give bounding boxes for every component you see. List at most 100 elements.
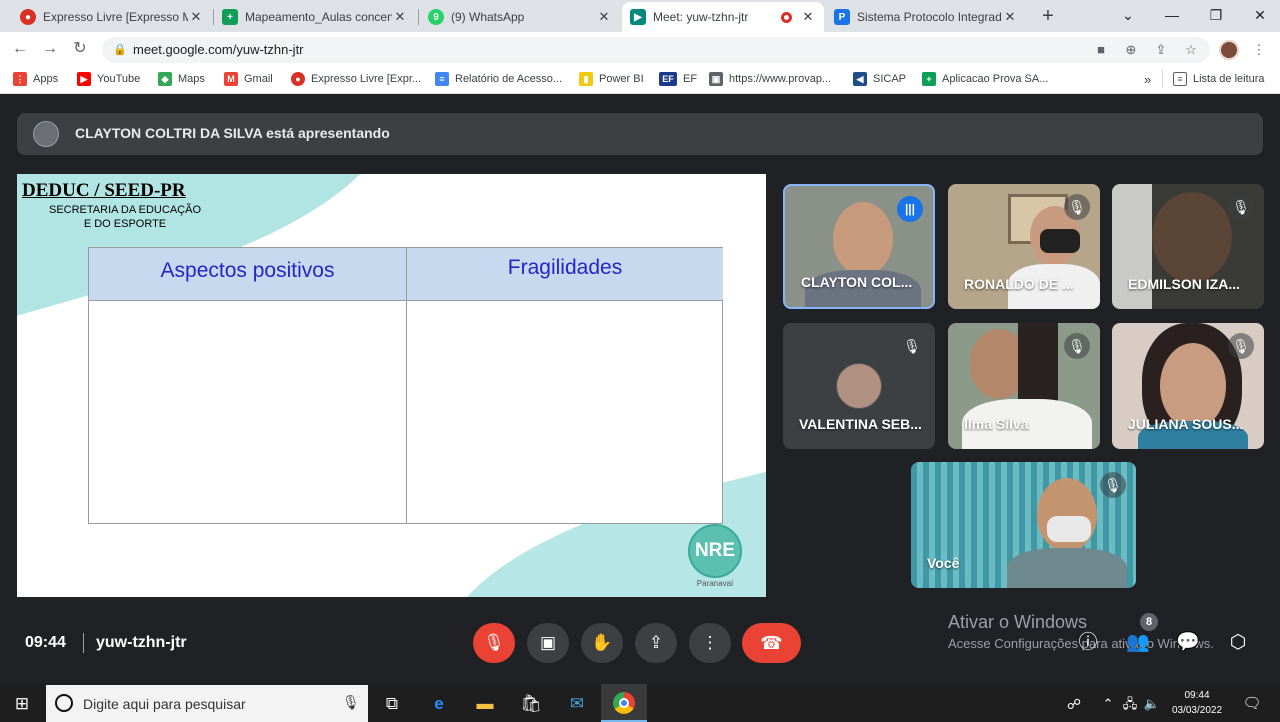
- chrome-taskbar-button[interactable]: [601, 684, 647, 722]
- bookmark-label: Power BI: [599, 73, 644, 85]
- windows-activation-title: Ativar o Windows: [948, 612, 1088, 632]
- url-text[interactable]: meet.google.com/yuw-tzhn-jtr: [133, 42, 304, 57]
- hand-icon: ✋: [591, 633, 613, 652]
- present-screen-button[interactable]: ⇪: [635, 623, 677, 663]
- close-window-button[interactable]: ✕: [1240, 0, 1280, 30]
- clock-date: 03/03/2022: [1171, 705, 1223, 716]
- slide-table: Aspectos positivos Fragilidades: [88, 247, 723, 524]
- maps-icon: ◆: [158, 72, 172, 86]
- taskbar-search-box[interactable]: Digite aqui para pesquisar 🎙: [46, 685, 368, 722]
- participant-tile-edmilson[interactable]: 🎙 EDMILSON IZA...: [1112, 184, 1264, 309]
- mic-off-icon: 🎙: [483, 633, 505, 652]
- windows-start-icon[interactable]: ⊞: [8, 690, 36, 718]
- participant-tile-ronaldo[interactable]: 🎙 RONALDO DE ...: [948, 184, 1100, 309]
- mic-off-icon: 🎙: [1228, 194, 1254, 220]
- bookmark-relatorio-acesso[interactable]: ≡ Relatório de Acesso...: [435, 70, 562, 88]
- participant-name: RONALDO DE ...: [964, 276, 1074, 292]
- participant-tile-self[interactable]: 🎙 Você: [911, 462, 1136, 588]
- chrome-menu-icon[interactable]: ⋮: [1250, 41, 1268, 59]
- recording-indicator-icon: [781, 11, 792, 23]
- microphone-icon[interactable]: 🎙: [342, 694, 360, 711]
- sheets-icon: +: [222, 9, 238, 25]
- camera-toggle-button[interactable]: ▣: [527, 623, 569, 663]
- tab-search-icon[interactable]: ⌄: [1108, 0, 1148, 30]
- bookmark-gmail[interactable]: M Gmail: [224, 70, 273, 88]
- participant-tile-juliana[interactable]: 🎙 JULIANA SOUS...: [1112, 323, 1264, 449]
- bookmark-youtube[interactable]: ▶ YouTube: [77, 70, 140, 88]
- meet-icon: ▶: [630, 9, 646, 25]
- participant-tile-valentina[interactable]: 🎙 VALENTINA SEB...: [783, 323, 935, 449]
- reading-list-label: Lista de leitura: [1193, 73, 1265, 85]
- participant-tile-clayton[interactable]: ||| CLAYTON COL...: [783, 184, 935, 309]
- camera-icon[interactable]: ■: [1092, 41, 1110, 59]
- people-tray-icon[interactable]: ☍: [1060, 690, 1088, 718]
- bookmark-sicap[interactable]: ◀ SICAP: [853, 70, 906, 88]
- nre-logo-subtitle: Paranavaí: [696, 579, 734, 588]
- close-tab-icon[interactable]: ✕: [188, 9, 204, 25]
- close-tab-icon[interactable]: ✕: [1002, 9, 1018, 25]
- back-arrow-icon[interactable]: ←: [10, 39, 30, 59]
- close-tab-icon[interactable]: ✕: [800, 9, 816, 25]
- system-clock[interactable]: 09:44 03/03/2022: [1168, 688, 1226, 718]
- reading-list-button[interactable]: ≡ Lista de leitura: [1173, 70, 1265, 88]
- tab-mapeamento-aulas[interactable]: + Mapeamento_Aulas concentr ✕: [214, 2, 416, 32]
- bookmark-star-icon[interactable]: ☆: [1182, 41, 1200, 59]
- bookmark-apps[interactable]: ⋮ Apps: [13, 70, 58, 88]
- participant-tile-ilma[interactable]: 🎙 Ilma Silva: [948, 323, 1100, 449]
- reload-icon[interactable]: ↻: [70, 39, 90, 59]
- raise-hand-button[interactable]: ✋: [581, 623, 623, 663]
- forward-arrow-icon[interactable]: →: [40, 39, 60, 59]
- tab-meet[interactable]: ▶ Meet: yuw-tzhn-jtr ✕: [622, 2, 824, 32]
- people-icon[interactable]: 👥: [1126, 632, 1150, 654]
- close-tab-icon[interactable]: ✕: [392, 9, 408, 25]
- maximize-button[interactable]: ❐: [1196, 0, 1236, 30]
- nre-logo: NRE: [688, 524, 742, 578]
- tab-title: Sistema Protocolo Integrado: [857, 10, 1002, 24]
- whatsapp-icon: 9: [428, 9, 444, 25]
- store-icon[interactable]: 🛍: [517, 690, 545, 718]
- minimize-button[interactable]: —: [1152, 0, 1192, 30]
- participant-name: Ilma Silva: [964, 416, 1029, 432]
- more-options-button[interactable]: ⋮: [689, 623, 731, 663]
- lock-icon: 🔒: [113, 44, 127, 56]
- volume-icon[interactable]: 🔈: [1138, 690, 1166, 718]
- info-icon[interactable]: ⓘ: [1076, 632, 1100, 654]
- participant-video: [833, 202, 893, 276]
- task-view-icon[interactable]: ⧉: [378, 690, 406, 718]
- file-explorer-icon[interactable]: ▬: [471, 690, 499, 718]
- share-icon[interactable]: ⇪: [1152, 41, 1170, 59]
- tab-separator: [418, 9, 419, 25]
- present-icon: ⇪: [648, 633, 664, 652]
- participant-name: VALENTINA SEB...: [799, 416, 922, 432]
- page-icon: ▣: [709, 72, 723, 86]
- subtitle-line: SECRETARIA DA EDUCAÇÃO: [49, 204, 201, 216]
- participant-name: EDMILSON IZA...: [1128, 276, 1240, 292]
- profile-avatar[interactable]: [1219, 40, 1239, 60]
- close-tab-icon[interactable]: ✕: [596, 9, 612, 25]
- bookmark-label: Gmail: [244, 73, 273, 85]
- zoom-icon[interactable]: ⊕: [1122, 41, 1140, 59]
- tab-whatsapp[interactable]: 9 (9) WhatsApp ✕: [420, 2, 620, 32]
- tab-expresso-livre[interactable]: ● Expresso Livre [Expresso Mai ✕: [12, 2, 212, 32]
- new-tab-button[interactable]: +: [1038, 4, 1058, 28]
- protocolo-icon: P: [834, 9, 850, 25]
- tab-sistema-protocolo[interactable]: P Sistema Protocolo Integrado ✕: [826, 2, 1026, 32]
- bookmark-expresso-livre[interactable]: ● Expresso Livre [Expr...: [291, 70, 421, 88]
- mic-off-icon: 🎙: [1064, 333, 1090, 359]
- activities-icon[interactable]: ⬡: [1226, 632, 1250, 654]
- gmail-icon: M: [224, 72, 238, 86]
- participant-avatar: [836, 363, 882, 409]
- bookmarks-overflow-icon[interactable]: »: [1144, 70, 1151, 88]
- edge-icon[interactable]: e: [425, 690, 453, 718]
- bookmark-label: https://www.provap...: [729, 73, 832, 85]
- end-call-button[interactable]: ☎: [742, 623, 801, 663]
- notifications-icon[interactable]: 🗨: [1238, 690, 1266, 718]
- bookmark-provap[interactable]: ▣ https://www.provap...: [709, 70, 831, 88]
- chat-icon[interactable]: 💬: [1176, 632, 1200, 654]
- mail-icon[interactable]: ✉: [563, 690, 591, 718]
- bookmark-ef[interactable]: EF EF: [659, 70, 697, 88]
- bookmark-maps[interactable]: ◆ Maps: [158, 70, 205, 88]
- bookmark-aplicacao-prova[interactable]: + Aplicacao Prova SA...: [922, 70, 1048, 88]
- mic-toggle-button[interactable]: 🎙: [473, 623, 515, 663]
- bookmark-power-bi[interactable]: ▮ Power BI: [579, 70, 644, 88]
